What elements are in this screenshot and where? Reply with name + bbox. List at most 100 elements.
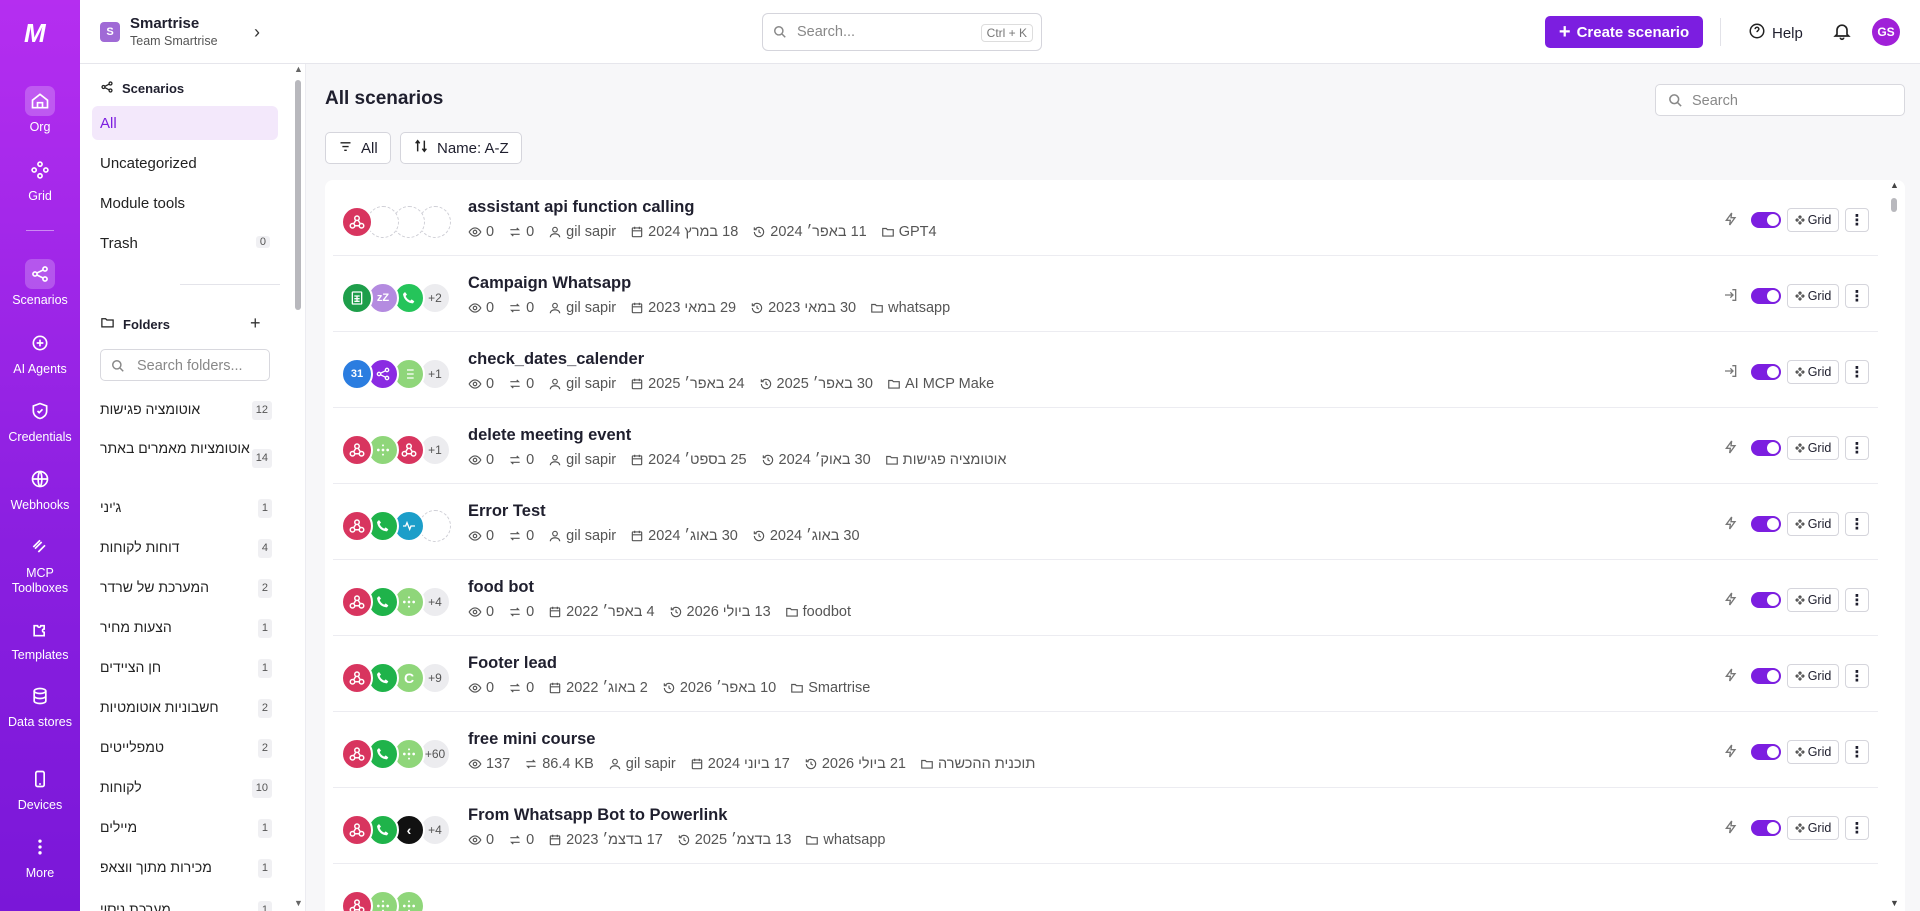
folder-item[interactable]: לקוחות 10: [100, 778, 272, 798]
sidebar-item-module-tools[interactable]: Module tools: [92, 186, 278, 220]
scenario-name[interactable]: free mini course: [468, 730, 595, 749]
grid-button[interactable]: Grid: [1787, 664, 1839, 688]
folder-item[interactable]: חשבוניות אוטומטיות 2: [100, 698, 272, 718]
rail-item-templates[interactable]: Templates: [0, 614, 80, 663]
scroll-down-arrow-icon[interactable]: ▼: [294, 898, 303, 908]
scenario-row[interactable]: +60 free mini course 137 86.4 KB gil sapir 17…: [333, 712, 1878, 788]
grid-button[interactable]: Grid: [1787, 740, 1839, 764]
sidebar-item-trash[interactable]: Trash 0: [92, 226, 278, 260]
rail-item-ai-agents[interactable]: AI Agents: [0, 328, 80, 377]
scenario-row[interactable]: ‹ +4 From Whatsapp Bot to Powerlink 0 0 17 בד…: [333, 788, 1878, 864]
scroll-up-arrow-icon[interactable]: ▲: [294, 64, 303, 74]
sidebar-scrollbar[interactable]: ▲ ▼: [293, 64, 303, 911]
more-options-icon[interactable]: ⋮: [1845, 208, 1869, 232]
sort-button[interactable]: Name: A-Z: [400, 132, 522, 164]
scenario-row[interactable]: assistant api function calling 0 0 gil sapi…: [333, 180, 1878, 256]
sidebar-item-all[interactable]: All: [92, 106, 278, 140]
scenario-active-toggle[interactable]: [1751, 744, 1781, 760]
folder-item[interactable]: אוטומציה פגישות 12: [100, 400, 272, 420]
scenario-active-toggle[interactable]: [1751, 440, 1781, 456]
scenario-name[interactable]: delete meeting event: [468, 426, 631, 445]
scenario-row[interactable]: Error Test 0 0 gil sapir 30 באוג׳ 2024 30 באו…: [333, 484, 1878, 560]
folder-item[interactable]: מכירות מתוך ווצאפ 1: [100, 858, 272, 878]
folder-item[interactable]: מערכת ניסוי 1: [100, 900, 272, 911]
scenario-row[interactable]: 31 +1 check_dates_calender 0 0 gil sapir 24 בא…: [333, 332, 1878, 408]
grid-button[interactable]: Grid: [1787, 360, 1839, 384]
scrollbar-thumb[interactable]: [1891, 198, 1897, 212]
make-logo[interactable]: M: [24, 18, 56, 48]
more-options-icon[interactable]: ⋮: [1845, 740, 1869, 764]
create-scenario-button[interactable]: + Create scenario: [1545, 16, 1703, 48]
rail-item-grid[interactable]: Grid: [0, 155, 80, 204]
scenario-active-toggle[interactable]: [1751, 212, 1781, 228]
chevron-right-icon[interactable]: ›: [254, 22, 260, 43]
scenario-active-toggle[interactable]: [1751, 820, 1781, 836]
scenario-search-input[interactable]: Search: [1655, 84, 1905, 116]
grid-button[interactable]: Grid: [1787, 816, 1839, 840]
more-options-icon[interactable]: ⋮: [1845, 588, 1869, 612]
scenario-active-toggle[interactable]: [1751, 288, 1781, 304]
scenario-name[interactable]: Footer lead: [468, 654, 557, 673]
scenario-meta: 0 0 gil sapir 24 באפר׳ 2025 30 באפר׳ 2025 AI …: [468, 376, 1008, 392]
list-scrollbar[interactable]: ▲ ▼: [1887, 180, 1901, 911]
folder-item[interactable]: הצעות מחיר 1: [100, 618, 272, 638]
more-options-icon[interactable]: ⋮: [1845, 360, 1869, 384]
rail-item-scenarios[interactable]: Scenarios: [0, 259, 80, 308]
scenario-name[interactable]: Campaign Whatsapp: [468, 274, 631, 293]
folder-item[interactable]: דוחות לקוחות 4: [100, 538, 272, 558]
folder-item[interactable]: טמפלייטים 2: [100, 738, 272, 758]
rail-item-credentials[interactable]: Credentials: [0, 396, 80, 445]
scenario-row[interactable]: [333, 864, 1878, 911]
rail-item-more[interactable]: More: [0, 832, 80, 881]
scenario-name[interactable]: Error Test: [468, 502, 546, 521]
grid-button[interactable]: Grid: [1787, 512, 1839, 536]
scenario-row[interactable]: +1 delete meeting event 0 0 gil sapir 25 בספט…: [333, 408, 1878, 484]
grid-button[interactable]: Grid: [1787, 436, 1839, 460]
scenario-active-toggle[interactable]: [1751, 364, 1781, 380]
more-options-icon[interactable]: ⋮: [1845, 284, 1869, 308]
sidebar-item-uncategorized[interactable]: Uncategorized: [92, 146, 278, 180]
rail-item-org[interactable]: Org: [0, 86, 80, 135]
grid-button[interactable]: Grid: [1787, 588, 1839, 612]
rail-item-devices[interactable]: Devices: [0, 764, 80, 813]
team-name: Team Smartrise: [130, 34, 218, 48]
scenario-row[interactable]: C +9 Footer lead 0 0 2 באוג׳ 2022 10 באפר׳ 202…: [333, 636, 1878, 712]
more-options-icon[interactable]: ⋮: [1845, 436, 1869, 460]
folder-item[interactable]: המערכת של שרדר 2: [100, 578, 272, 598]
scenario-row[interactable]: +4 food bot 0 0 4 באפר׳ 2022 13 ביולי 2026 foo…: [333, 560, 1878, 636]
rail-divider: [26, 230, 54, 231]
scenario-active-toggle[interactable]: [1751, 592, 1781, 608]
folder-item[interactable]: ג'יני 1: [100, 498, 272, 518]
folder-item[interactable]: חן הציידים 1: [100, 658, 272, 678]
scenario-active-toggle[interactable]: [1751, 668, 1781, 684]
folder-search-input[interactable]: Search folders...: [100, 349, 270, 381]
grid-button[interactable]: Grid: [1787, 208, 1839, 232]
rail-item-webhooks[interactable]: Webhooks: [0, 464, 80, 513]
folder-item[interactable]: אוטומציות מאמרים באתר 14: [100, 439, 272, 468]
add-folder-button[interactable]: +: [250, 313, 261, 334]
user-avatar[interactable]: GS: [1872, 18, 1900, 46]
scenario-active-toggle[interactable]: [1751, 516, 1781, 532]
folder-item[interactable]: מיילים 1: [100, 818, 272, 838]
help-button[interactable]: Help: [1748, 22, 1803, 44]
scenario-row[interactable]: zZ +2 Campaign Whatsapp 0 0 gil sapir 29 במאי …: [333, 256, 1878, 332]
scenario-name[interactable]: assistant api function calling: [468, 198, 694, 217]
more-options-icon[interactable]: ⋮: [1845, 816, 1869, 840]
operations-count: 0: [508, 300, 534, 316]
scrollbar-thumb[interactable]: [295, 80, 301, 310]
scroll-down-arrow-icon[interactable]: ▼: [1890, 898, 1899, 908]
rail-item-label: Org: [29, 120, 51, 134]
rail-item-data-stores[interactable]: Data stores: [0, 681, 80, 730]
global-search[interactable]: Search... Ctrl + K: [762, 13, 1042, 51]
filter-button[interactable]: All: [325, 132, 391, 164]
scroll-up-arrow-icon[interactable]: ▲: [1890, 180, 1899, 190]
scenario-name[interactable]: food bot: [468, 578, 534, 597]
scenario-name[interactable]: check_dates_calender: [468, 350, 644, 369]
bell-icon[interactable]: [1832, 21, 1852, 46]
more-options-icon[interactable]: ⋮: [1845, 512, 1869, 536]
grid-button[interactable]: Grid: [1787, 284, 1839, 308]
shield-icon: [25, 396, 55, 426]
rail-item-mcp-toolboxes[interactable]: MCP Toolboxes: [0, 532, 80, 596]
more-options-icon[interactable]: ⋮: [1845, 664, 1869, 688]
scenario-name[interactable]: From Whatsapp Bot to Powerlink: [468, 806, 727, 825]
